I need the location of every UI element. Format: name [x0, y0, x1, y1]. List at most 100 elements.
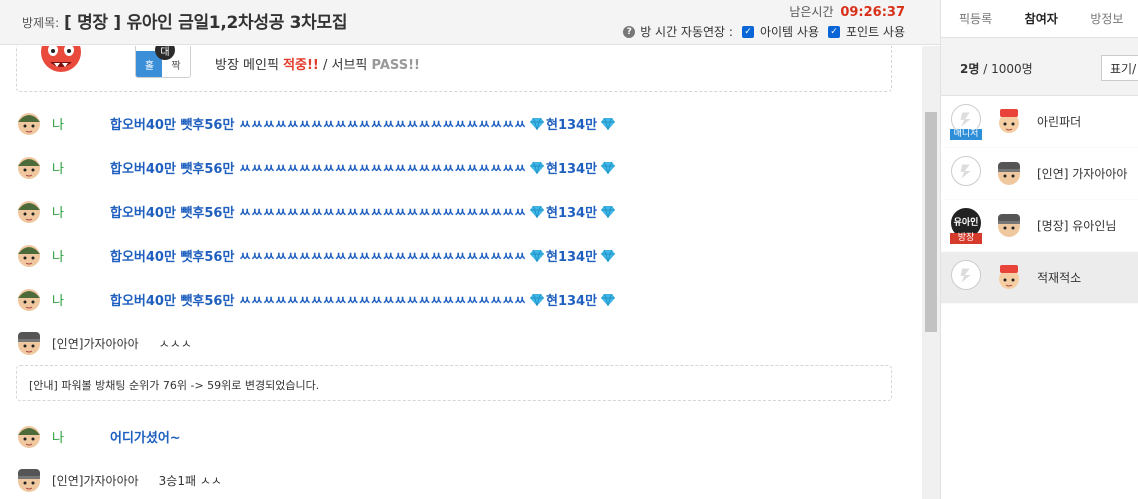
rank-mark-icon	[960, 164, 971, 179]
mascot-icon	[41, 46, 81, 72]
participants-panel: 픽등록 참여자 방정보 2명 / 1000명 표기/ 매니저 아린파더 [인연] 가…	[940, 0, 1138, 499]
point-use-checkbox[interactable]: ✓	[827, 25, 840, 38]
chat-room-app: 방제목: [ 명장 ] 유아인 금일1,2차성공 3차모집 남은시간 09:26…	[0, 0, 1138, 499]
chat-message-me: 나 어디가셨어~	[16, 422, 896, 450]
notice-prefix: 방장 메인픽	[215, 58, 284, 73]
panel-tabs: 픽등록 참여자 방정보	[941, 0, 1138, 38]
auto-extend-label: 방 시간 자동연장 :	[640, 25, 733, 39]
message-text: 합오버40만 뺏후56만 ㅆㅆㅆㅆㅆㅆㅆㅆㅆㅆㅆㅆㅆㅆㅆㅆㅆㅆㅆㅆㅆㅆㅆㅆ 현13…	[80, 202, 617, 221]
diamond-icon	[530, 161, 544, 174]
my-avatar-icon[interactable]	[16, 154, 42, 180]
tab-pick-register[interactable]: 픽등록	[941, 0, 1007, 38]
item-use-checkbox[interactable]: ✓	[741, 25, 754, 38]
scrollbar-thumb[interactable]	[925, 112, 937, 332]
message-text-main: 합오버40만 뺏후56만 ㅆㅆㅆㅆㅆㅆㅆㅆㅆㅆㅆㅆㅆㅆㅆㅆㅆㅆㅆㅆㅆㅆㅆㅆ	[110, 161, 526, 177]
count-max: 1000명	[991, 62, 1033, 76]
pick-result-text: 방장 메인픽 적중!! / 서브픽 PASS!!	[215, 54, 420, 73]
room-title: [ 명장 ] 유아인 금일1,2차성공 3차모집	[64, 13, 348, 33]
chat-message-me: 나 합오버40만 뺏후56만 ㅆㅆㅆㅆㅆㅆㅆㅆㅆㅆㅆㅆㅆㅆㅆㅆㅆㅆㅆㅆㅆㅆㅆㅆ 현1…	[16, 109, 896, 137]
remaining-time: 남은시간 09:26:37	[789, 3, 905, 20]
user-avatar-icon	[998, 162, 1020, 185]
count-current: 2명	[960, 62, 980, 76]
role-tag: 매니저	[950, 129, 982, 140]
rank-badge-icon	[951, 156, 981, 186]
role-tag: 방장	[950, 233, 982, 244]
chat-scrollbar[interactable]	[922, 46, 940, 499]
user-avatar-icon[interactable]	[16, 467, 42, 493]
rank-badge-icon	[951, 260, 981, 290]
message-text: 3승1패 ㅅㅅ	[158, 473, 222, 488]
notice-pass: PASS!!	[371, 58, 420, 73]
new-user-avatar-icon	[999, 109, 1019, 133]
message-text-amount: 현134만	[546, 249, 598, 265]
message-nickname[interactable]: [인연]가자아아아	[42, 472, 139, 489]
my-avatar-icon[interactable]	[16, 110, 42, 136]
message-text: 합오버40만 뺏후56만 ㅆㅆㅆㅆㅆㅆㅆㅆㅆㅆㅆㅆㅆㅆㅆㅆㅆㅆㅆㅆㅆㅆㅆㅆ 현13…	[80, 114, 617, 133]
participant-item[interactable]: 매니저 아린파더	[941, 96, 1138, 148]
chat-message-other: [인연]가자아아아 ㅅㅅㅅ	[16, 329, 896, 357]
diamond-icon	[601, 161, 616, 174]
message-text: 합오버40만 뺏후56만 ㅆㅆㅆㅆㅆㅆㅆㅆㅆㅆㅆㅆㅆㅆㅆㅆㅆㅆㅆㅆㅆㅆㅆㅆ 현13…	[80, 158, 617, 177]
message-me-label: 나	[52, 117, 64, 133]
point-use-label[interactable]: 포인트 사용	[846, 23, 905, 40]
item-use-label[interactable]: 아이템 사용	[760, 23, 819, 40]
tab-participants[interactable]: 참여자	[1007, 0, 1073, 38]
notice-mid: / 서브픽	[318, 58, 372, 73]
message-text-amount: 현134만	[546, 117, 598, 133]
message-text: 어디가셨어~	[110, 430, 181, 446]
new-user-avatar-icon	[999, 265, 1019, 289]
message-me-label: 나	[52, 161, 64, 177]
user-avatar-icon	[998, 214, 1020, 237]
participant-name[interactable]: [명장] 유아인님	[1037, 217, 1116, 234]
diamond-icon	[601, 293, 616, 306]
diamond-icon	[530, 293, 544, 306]
message-text-main: 합오버40만 뺏후56만 ㅆㅆㅆㅆㅆㅆㅆㅆㅆㅆㅆㅆㅆㅆㅆㅆㅆㅆㅆㅆㅆㅆㅆㅆ	[110, 293, 526, 309]
message-text: 합오버40만 뺏후56만 ㅆㅆㅆㅆㅆㅆㅆㅆㅆㅆㅆㅆㅆㅆㅆㅆㅆㅆㅆㅆㅆㅆㅆㅆ 현13…	[80, 290, 617, 309]
message-text-amount: 현134만	[546, 161, 598, 177]
chat-area: 홀 짝 대 방장 메인픽 적중!! / 서브픽 PASS!! 나합오버40만 뺏…	[0, 46, 922, 499]
diamond-icon	[530, 249, 544, 262]
chat-message-me: 나 합오버40만 뺏후56만 ㅆㅆㅆㅆㅆㅆㅆㅆㅆㅆㅆㅆㅆㅆㅆㅆㅆㅆㅆㅆㅆㅆㅆㅆ 현1…	[16, 285, 896, 313]
help-icon[interactable]: ?	[623, 25, 636, 38]
diamond-icon	[530, 117, 544, 130]
participant-name[interactable]: 아린파더	[1037, 113, 1081, 130]
message-text-amount: 현134만	[546, 293, 598, 309]
chat-message-me: 나 합오버40만 뺏후56만 ㅆㅆㅆㅆㅆㅆㅆㅆㅆㅆㅆㅆㅆㅆㅆㅆㅆㅆㅆㅆㅆㅆㅆㅆ 현1…	[16, 241, 896, 269]
count-separator: /	[979, 62, 992, 76]
room-header: 방제목: [ 명장 ] 유아인 금일1,2차성공 3차모집 남은시간 09:26…	[0, 0, 940, 45]
my-avatar-icon[interactable]	[16, 198, 42, 224]
my-avatar-icon[interactable]	[16, 286, 42, 312]
system-notice: [안내] 파워볼 방채팅 순위가 76위 -> 59위로 변경되었습니다.	[16, 365, 892, 401]
display-select[interactable]: 표기/	[1101, 55, 1138, 81]
tab-room-info[interactable]: 방정보	[1072, 0, 1138, 38]
participant-item[interactable]: 유아인 방장 [명장] 유아인님	[941, 200, 1138, 252]
remaining-time-value: 09:26:37	[840, 5, 905, 20]
user-avatar-icon[interactable]	[16, 330, 42, 356]
message-nickname[interactable]: [인연]가자아아아	[42, 335, 139, 352]
chat-message-me: 나 합오버40만 뺏후56만 ㅆㅆㅆㅆㅆㅆㅆㅆㅆㅆㅆㅆㅆㅆㅆㅆㅆㅆㅆㅆㅆㅆㅆㅆ 현1…	[16, 153, 896, 181]
chat-message-me: 나 합오버40만 뺏후56만 ㅆㅆㅆㅆㅆㅆㅆㅆㅆㅆㅆㅆㅆㅆㅆㅆㅆㅆㅆㅆㅆㅆㅆㅆ 현1…	[16, 197, 896, 225]
diamond-icon	[601, 249, 616, 262]
message-me-label: 나	[52, 205, 64, 221]
participant-item[interactable]: 적재적소	[941, 252, 1138, 304]
message-text-amount: 현134만	[546, 205, 598, 221]
participant-name[interactable]: [인연] 가자아아아	[1037, 165, 1127, 182]
message-text-main: 합오버40만 뺏후56만 ㅆㅆㅆㅆㅆㅆㅆㅆㅆㅆㅆㅆㅆㅆㅆㅆㅆㅆㅆㅆㅆㅆㅆㅆ	[110, 117, 526, 133]
message-text: 합오버40만 뺏후56만 ㅆㅆㅆㅆㅆㅆㅆㅆㅆㅆㅆㅆㅆㅆㅆㅆㅆㅆㅆㅆㅆㅆㅆㅆ 현13…	[80, 246, 617, 265]
message-text-main: 합오버40만 뺏후56만 ㅆㅆㅆㅆㅆㅆㅆㅆㅆㅆㅆㅆㅆㅆㅆㅆㅆㅆㅆㅆㅆㅆㅆㅆ	[110, 249, 526, 265]
room-title-prefix: 방제목:	[22, 16, 60, 30]
participant-item[interactable]: [인연] 가자아아아	[941, 148, 1138, 200]
diamond-icon	[601, 117, 616, 130]
message-text-main: 합오버40만 뺏후56만 ㅆㅆㅆㅆㅆㅆㅆㅆㅆㅆㅆㅆㅆㅆㅆㅆㅆㅆㅆㅆㅆㅆㅆㅆ	[110, 205, 526, 221]
participant-count: 2명 / 1000명	[960, 60, 1033, 77]
my-avatar-icon[interactable]	[16, 242, 42, 268]
odd-even-badge: 홀 짝 대	[135, 46, 191, 78]
participant-name[interactable]: 적재적소	[1037, 269, 1081, 286]
diamond-icon	[601, 205, 616, 218]
my-avatar-icon[interactable]	[16, 423, 42, 449]
rank-mark-icon	[960, 268, 971, 283]
message-text: ㅅㅅㅅ	[158, 336, 192, 351]
chat-message-other: [인연]가자아아아 3승1패 ㅅㅅ	[16, 466, 896, 494]
remaining-time-label: 남은시간	[789, 5, 834, 19]
message-me-label: 나	[52, 249, 64, 265]
